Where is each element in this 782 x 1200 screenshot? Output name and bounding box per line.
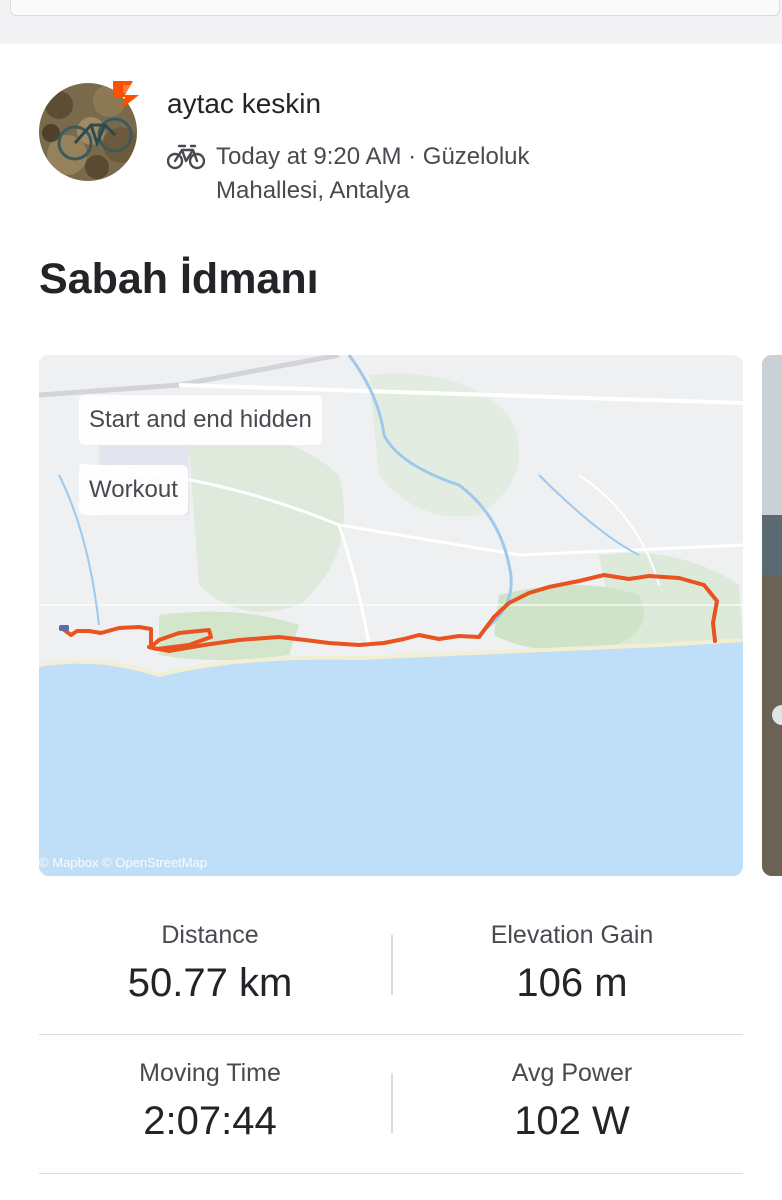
stat-elevation-gain: Elevation Gain 106 m [401, 897, 743, 1006]
stat-label: Avg Power [511, 1059, 633, 1087]
stats-row: Moving Time 2:07:44 Avg Power 102 W [39, 1035, 743, 1174]
stat-divider [391, 935, 393, 995]
stat-value: 102 W [514, 1099, 630, 1143]
stat-divider [391, 1073, 393, 1133]
activity-date-location: Today at 9:20 AM · Güzeloluk Mahallesi, … [216, 143, 530, 204]
stat-label: Elevation Gain [490, 921, 654, 949]
stat-label: Moving Time [139, 1059, 281, 1087]
next-photo-preview[interactable] [762, 355, 782, 876]
stat-value: 2:07:44 [143, 1099, 277, 1143]
map-attribution[interactable]: © Mapbox © OpenStreetMap [39, 855, 207, 870]
route-map[interactable]: Start and end hidden Workout © Mapbox © … [39, 355, 743, 876]
start-end-hidden-chip: Start and end hidden [79, 395, 322, 445]
previous-card-edge [10, 0, 780, 16]
stat-value: 50.77 km [127, 961, 293, 1005]
strava-subscriber-badge-icon [113, 81, 139, 109]
activity-title[interactable]: Sabah İdmanı [39, 255, 319, 304]
stat-distance: Distance 50.77 km [39, 897, 381, 1006]
stats-row: Distance 50.77 km Elevation Gain 106 m [39, 897, 743, 1035]
stat-value: 106 m [516, 961, 628, 1005]
stat-avg-power: Avg Power 102 W [401, 1035, 743, 1144]
stat-moving-time: Moving Time 2:07:44 [39, 1035, 381, 1144]
athlete-name[interactable]: aytac keskin [167, 88, 321, 120]
stat-label: Distance [161, 921, 259, 949]
feed-background [0, 0, 782, 44]
athlete-avatar[interactable] [39, 81, 139, 181]
activity-meta: Today at 9:20 AM · Güzeloluk Mahallesi, … [167, 140, 587, 208]
bike-icon [167, 144, 205, 170]
activity-stats: Distance 50.77 km Elevation Gain 106 m M… [39, 897, 743, 1174]
workout-chip: Workout [79, 465, 188, 515]
